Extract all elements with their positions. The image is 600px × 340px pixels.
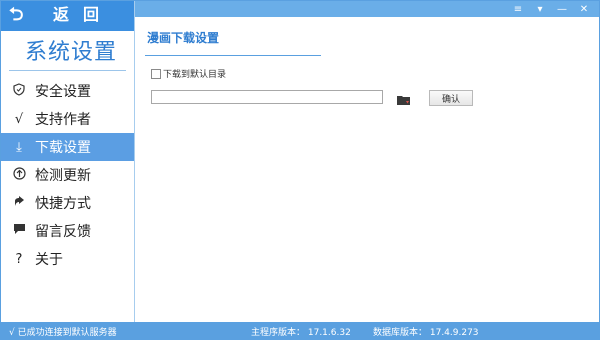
sidebar-item-about[interactable]: ? 关于 (1, 245, 134, 273)
sidebar-item-label: 支持作者 (35, 112, 91, 128)
title-underline (145, 55, 321, 56)
default-dir-option[interactable]: 下载到默认目录 (151, 67, 226, 80)
status-bar: √ 已成功连接到默认服务器 主程序版本： 17.1.6.32 数据库版本： 17… (1, 322, 599, 339)
connection-status: √ 已成功连接到默认服务器 (9, 328, 117, 338)
menu-icon[interactable]: ≡ (507, 1, 529, 17)
check-icon: √ (14, 111, 24, 127)
default-dir-checkbox[interactable] (151, 68, 161, 79)
sidebar-item-support[interactable]: √ 支持作者 (1, 105, 134, 133)
question-icon: ? (15, 251, 23, 267)
main-panel: 漫画下载设置 下载到默认目录 确认 (135, 17, 599, 323)
sidebar-item-label: 关于 (35, 252, 63, 268)
download-icon: ⤓ (16, 139, 22, 155)
sidebar-item-label: 快捷方式 (35, 196, 91, 212)
sidebar-item-download[interactable]: ⤓ 下载设置 (1, 133, 134, 161)
sidebar: ⮌ 返回 系统设置 安全设置 √ 支持作者 ⤓ 下载设置 检测更新 快捷方式 留… (1, 1, 135, 323)
settings-window: ≡ ▾ — ✕ ⮌ 返回 系统设置 安全设置 √ 支持作者 ⤓ 下载设置 检测更… (0, 0, 600, 340)
dropdown-icon[interactable]: ▾ (529, 1, 551, 17)
minimize-icon[interactable]: — (551, 1, 573, 17)
close-icon[interactable]: ✕ (573, 1, 595, 17)
main-version: 主程序版本： 17.1.6.32 (251, 328, 351, 338)
page-title: 漫画下载设置 (147, 31, 220, 45)
confirm-button[interactable]: 确认 (429, 90, 473, 106)
default-dir-label: 下载到默认目录 (163, 70, 227, 80)
sidebar-item-label: 留言反馈 (35, 224, 91, 240)
back-label: 返回 (53, 5, 114, 24)
db-version: 数据库版本： 17.4.9.273 (373, 328, 479, 338)
back-button[interactable]: ⮌ 返回 (1, 1, 134, 31)
shortcut-icon (5, 195, 33, 211)
download-path-input[interactable] (151, 90, 383, 104)
sidebar-item-label: 下载设置 (35, 140, 91, 156)
sidebar-item-security[interactable]: 安全设置 (1, 77, 134, 105)
back-arrow-icon: ⮌ (9, 4, 24, 25)
shield-icon (5, 82, 33, 100)
window-controls: ≡ ▾ — ✕ (507, 1, 595, 17)
folder-icon[interactable] (397, 91, 411, 105)
sidebar-item-label: 安全设置 (35, 84, 91, 100)
sidebar-item-update[interactable]: 检测更新 (1, 161, 134, 189)
sidebar-nav: 安全设置 √ 支持作者 ⤓ 下载设置 检测更新 快捷方式 留言反馈 ? 关于 (1, 77, 134, 273)
sidebar-title: 系统设置 (25, 40, 118, 65)
sidebar-item-label: 检测更新 (35, 168, 91, 184)
update-icon (5, 166, 33, 184)
sidebar-item-shortcut[interactable]: 快捷方式 (1, 189, 134, 217)
message-icon (5, 223, 33, 239)
sidebar-item-feedback[interactable]: 留言反馈 (1, 217, 134, 245)
sidebar-divider (9, 70, 126, 71)
